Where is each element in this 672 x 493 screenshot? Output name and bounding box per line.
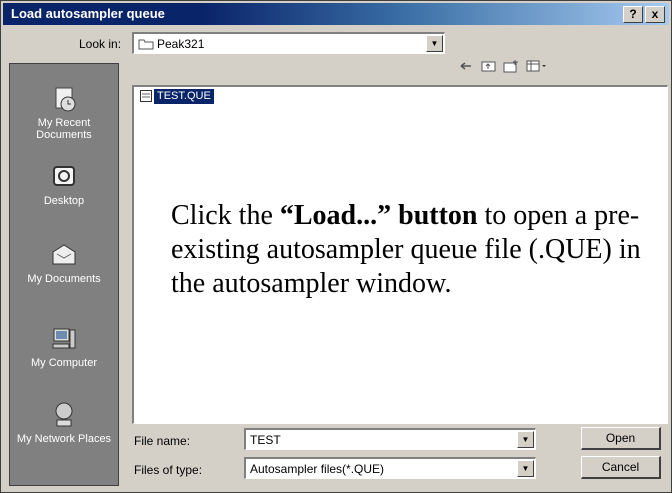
look-in-dropdown[interactable]: Peak321 ▼ (132, 32, 445, 54)
annotation-bold: “Load...” button (279, 200, 478, 231)
queue-file-icon (140, 90, 152, 102)
close-button[interactable]: x (645, 6, 665, 23)
instruction-callout: Click the “Load...” button to open a pre… (171, 199, 661, 301)
network-places-icon (55, 402, 73, 427)
desktop-icon (53, 166, 75, 186)
places-my-computer[interactable]: My Computer (10, 324, 118, 369)
look-in-label: Look in: (79, 37, 122, 51)
my-documents-icon (52, 244, 76, 265)
annotation-prefix: Click the (171, 200, 280, 231)
places-desktop[interactable]: Desktop (10, 162, 118, 207)
back-icon[interactable] (459, 59, 473, 77)
file-type-dropdown-arrow[interactable]: ▼ (517, 460, 534, 477)
file-name-input[interactable]: TEST (250, 433, 281, 447)
file-type-label: Files of type: (134, 463, 203, 477)
file-name-dropdown-arrow[interactable]: ▼ (517, 431, 534, 448)
my-computer-icon (52, 328, 76, 349)
up-folder-icon[interactable] (481, 59, 497, 77)
places-my-documents[interactable]: My Documents (10, 240, 118, 285)
file-type-value: Autosampler files(*.QUE) (250, 462, 385, 476)
cancel-button[interactable]: Cancel (581, 456, 661, 479)
file-item[interactable]: TEST.QUE (140, 88, 214, 104)
file-name-label: File name: (134, 434, 191, 448)
places-my-network-places[interactable]: My Network Places (10, 400, 118, 445)
folder-icon (138, 39, 154, 50)
title-bar[interactable]: Load autosampler queue ? x (3, 3, 669, 25)
new-folder-icon[interactable] (503, 59, 519, 77)
load-queue-dialog: Load autosampler queue ? x Look in: Peak… (0, 0, 672, 493)
look-in-dropdown-arrow[interactable]: ▼ (426, 35, 443, 52)
file-name-combo[interactable]: TEST ▼ (244, 428, 536, 450)
file-name-text: TEST.QUE (154, 88, 214, 104)
file-type-combo[interactable]: Autosampler files(*.QUE) ▼ (244, 457, 536, 479)
view-menu-icon[interactable] (526, 59, 548, 77)
open-button[interactable]: Open (581, 427, 661, 450)
places-my-recent-documents[interactable]: My Recent Documents (10, 84, 118, 141)
recent-documents-icon (55, 87, 76, 112)
dialog-title: Load autosampler queue (11, 6, 165, 21)
help-button[interactable]: ? (623, 6, 643, 23)
look-in-value: Peak321 (138, 37, 204, 51)
places-bar: My Recent Documents Desktop My Documents… (9, 63, 119, 486)
